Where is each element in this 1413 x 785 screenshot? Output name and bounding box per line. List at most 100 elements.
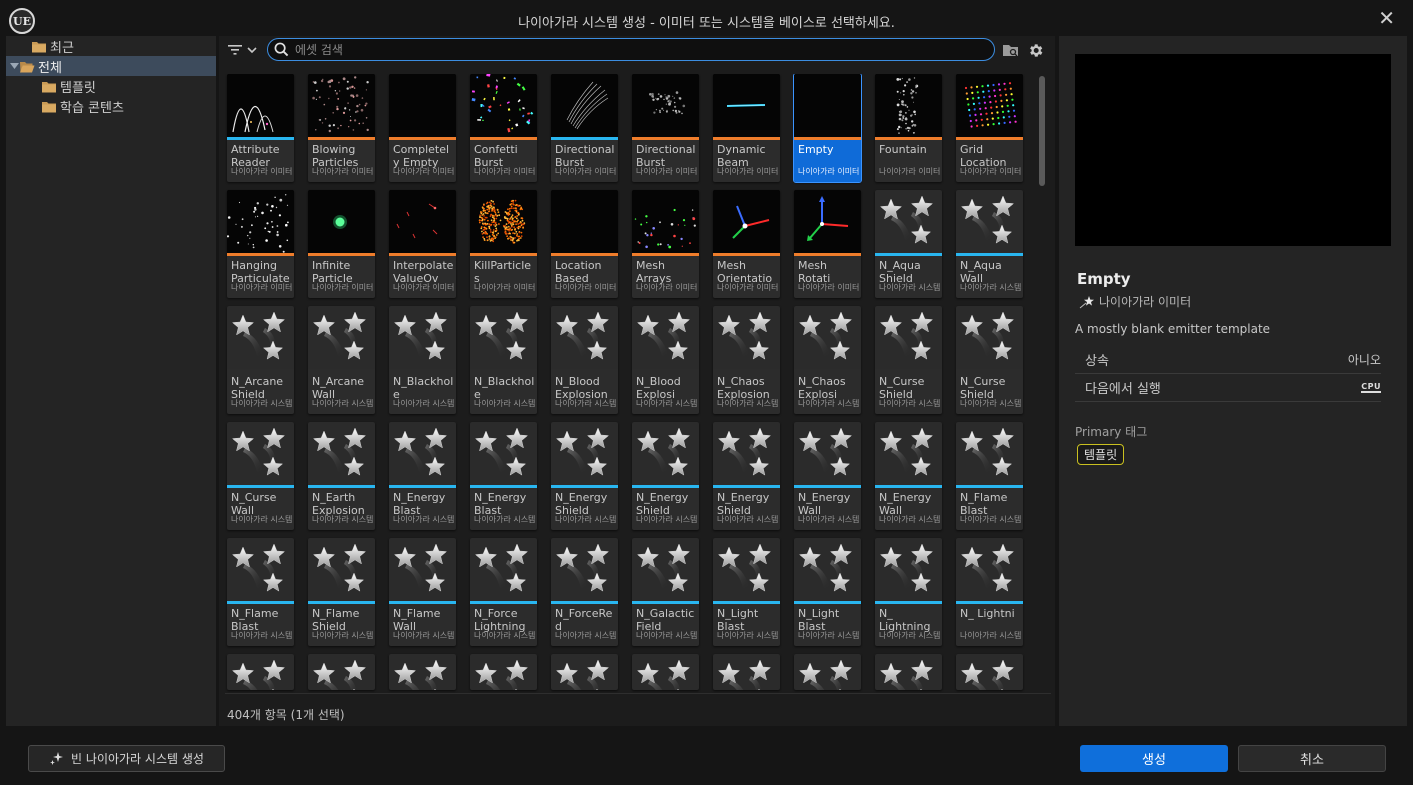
asset-tile[interactable]: KillParticles 나이아가라 이미터 bbox=[470, 190, 537, 298]
niagara-stars-icon bbox=[632, 422, 699, 485]
asset-type-label: 나이아가라 이미터 bbox=[231, 283, 293, 292]
asset-tile[interactable]: Location Based 나이아가라 이미터 bbox=[551, 190, 618, 298]
create-empty-system-button[interactable]: 빈 나이아가라 시스템 생성 bbox=[28, 745, 225, 772]
asset-thumbnail bbox=[794, 74, 861, 137]
asset-tile[interactable] bbox=[956, 654, 1023, 690]
asset-tile[interactable]: Mesh Arrays 나이아가라 이미터 bbox=[632, 190, 699, 298]
status-divider bbox=[225, 693, 1051, 694]
asset-tile[interactable] bbox=[875, 654, 942, 690]
dialog-footer: 빈 나이아가라 시스템 생성 생성 취소 bbox=[0, 728, 1413, 785]
niagara-stars-icon bbox=[956, 654, 1023, 690]
asset-tile[interactable] bbox=[308, 654, 375, 690]
asset-tile[interactable] bbox=[470, 654, 537, 690]
folder-view-button[interactable] bbox=[1001, 40, 1021, 60]
asset-tile[interactable]: Confetti Burst 나이아가라 이미터 bbox=[470, 74, 537, 182]
asset-tile[interactable]: N_Blackhole Explosion나이아가라 시스템 bbox=[470, 306, 537, 414]
asset-tile[interactable]: Hanging Particulates나이아가라 이미터 bbox=[227, 190, 294, 298]
close-button[interactable]: ✕ bbox=[1378, 6, 1395, 30]
asset-tile[interactable]: N_Energy Blast 나이아가라 시스템 bbox=[389, 422, 456, 530]
asset-tile[interactable]: N_Flame Blast 나이아가라 시스템 bbox=[227, 538, 294, 646]
folder-search-icon bbox=[1003, 45, 1018, 57]
niagara-stars-icon bbox=[308, 306, 375, 369]
asset-tile[interactable]: Mesh Rotati 나이아가라 이미터 bbox=[794, 190, 861, 298]
asset-tile[interactable]: N_Blood Explosi 나이아가라 시스템 bbox=[632, 306, 699, 414]
asset-tile[interactable]: N_Chaos Explosi 나이아가라 시스템 bbox=[794, 306, 861, 414]
search-input[interactable] bbox=[295, 42, 975, 57]
asset-type-bar bbox=[956, 369, 1023, 372]
asset-tile[interactable]: N_ Lightni 나이아가라 시스템 bbox=[956, 538, 1023, 646]
asset-tile[interactable]: N_Energy Blast 나이아가라 시스템 bbox=[470, 422, 537, 530]
primary-tag[interactable]: 템플릿 bbox=[1077, 444, 1125, 465]
niagara-stars-icon bbox=[713, 654, 780, 690]
asset-grid-scrollbar[interactable] bbox=[1039, 76, 1045, 186]
tree-item[interactable]: 템플릿 bbox=[6, 76, 216, 96]
expand-arrow-icon[interactable] bbox=[10, 62, 19, 70]
asset-tile[interactable] bbox=[389, 654, 456, 690]
asset-tile[interactable]: N_Blackhole Explosion나이아가라 시스템 bbox=[389, 306, 456, 414]
asset-tile[interactable]: N_Flame Blast 나이아가라 시스템 bbox=[956, 422, 1023, 530]
asset-type-label: 나이아가라 이미터 bbox=[879, 167, 941, 176]
asset-tile[interactable]: N_Curse Wall 나이아가라 시스템 bbox=[227, 422, 294, 530]
niagara-stars-icon bbox=[308, 422, 375, 485]
asset-tile[interactable]: Dynamic Beam 나이아가라 이미터 bbox=[713, 74, 780, 182]
asset-tile[interactable]: N_Energy Shield 나이아가라 시스템 bbox=[551, 422, 618, 530]
asset-thumbnail bbox=[632, 74, 699, 137]
asset-tile[interactable]: N_Arcane Wall 나이아가라 시스템 bbox=[308, 306, 375, 414]
asset-tile[interactable]: Grid Location 나이아가라 이미터 bbox=[956, 74, 1023, 182]
asset-tile[interactable]: N_Light Blast 나이아가라 시스템 bbox=[794, 538, 861, 646]
tree-item[interactable]: 최근 bbox=[6, 36, 216, 56]
asset-type-label: 나이아가라 시스템 bbox=[960, 515, 1022, 524]
asset-tile[interactable] bbox=[551, 654, 618, 690]
asset-tile[interactable]: N_ Lightning 나이아가라 시스템 bbox=[875, 538, 942, 646]
asset-tile[interactable]: Empty 나이아가라 이미터 bbox=[793, 74, 862, 183]
asset-tile[interactable]: Attribute Reader 나이아가라 이미터 bbox=[227, 74, 294, 182]
asset-tile[interactable]: N_Light Blast 나이아가라 시스템 bbox=[713, 538, 780, 646]
asset-tile[interactable]: N_Force Lightning 나이아가라 시스템 bbox=[470, 538, 537, 646]
tree-item[interactable]: 전체 bbox=[6, 56, 216, 76]
asset-type-label: 나이아가라 시스템 bbox=[960, 283, 1022, 292]
asset-type-label: 나이아가라 시스템 bbox=[231, 515, 293, 524]
asset-tile[interactable]: N_Chaos Explosion 나이아가라 시스템 bbox=[713, 306, 780, 414]
asset-tile[interactable]: Completely Empty 나이아가라 이미터 bbox=[389, 74, 456, 182]
asset-tile[interactable]: N_Flame Wall 나이아가라 시스템 bbox=[389, 538, 456, 646]
asset-tile[interactable]: Infinite Particle 나이아가라 이미터 bbox=[308, 190, 375, 298]
filter-button[interactable] bbox=[227, 40, 263, 60]
tree-item[interactable]: 학습 콘텐츠 bbox=[6, 96, 216, 116]
asset-type-label: 나이아가라 시스템 bbox=[312, 515, 374, 524]
asset-tile[interactable]: N_Earth Explosion 나이아가라 시스템 bbox=[308, 422, 375, 530]
cancel-button[interactable]: 취소 bbox=[1238, 745, 1386, 772]
niagara-stars-icon bbox=[713, 538, 780, 601]
asset-tile[interactable]: N_Energy Shield 나이아가라 시스템 bbox=[632, 422, 699, 530]
asset-type-bar bbox=[308, 601, 375, 604]
asset-tile[interactable]: N_Flame Shield 나이아가라 시스템 bbox=[308, 538, 375, 646]
asset-tile[interactable]: N_Energy Wall 나이아가라 시스템 bbox=[875, 422, 942, 530]
asset-tile[interactable] bbox=[794, 654, 861, 690]
asset-tile[interactable]: N_Curse Shield 나이아가라 시스템 bbox=[956, 306, 1023, 414]
settings-button[interactable] bbox=[1025, 40, 1045, 60]
asset-tile[interactable]: N_Aqua Shield 나이아가라 시스템 bbox=[875, 190, 942, 298]
asset-tile[interactable]: Fountain 나이아가라 이미터 bbox=[875, 74, 942, 182]
asset-tile[interactable]: N_Blood Explosion 나이아가라 시스템 bbox=[551, 306, 618, 414]
asset-thumbnail bbox=[389, 74, 456, 137]
asset-tile[interactable]: N_Arcane Shield 나이아가라 시스템 bbox=[227, 306, 294, 414]
asset-tile[interactable] bbox=[713, 654, 780, 690]
tree-item-label: 학습 콘텐츠 bbox=[60, 100, 124, 116]
asset-tile[interactable] bbox=[632, 654, 699, 690]
asset-tile[interactable]: Directional Burst 나이아가라 이미터 bbox=[632, 74, 699, 182]
asset-type-bar bbox=[794, 369, 861, 372]
asset-tile[interactable]: Interpolate ValueOv 나이아가라 이미터 bbox=[389, 190, 456, 298]
asset-tile[interactable]: N_Galactic Field 나이아가라 시스템 bbox=[632, 538, 699, 646]
asset-search-box[interactable] bbox=[267, 38, 995, 61]
asset-tile[interactable]: N_Energy Wall 나이아가라 시스템 bbox=[794, 422, 861, 530]
asset-type-bar bbox=[227, 137, 294, 140]
niagara-stars-icon bbox=[794, 422, 861, 485]
asset-tile[interactable]: N_ForceRed 나이아가라 시스템 bbox=[551, 538, 618, 646]
asset-tile[interactable]: Directional Burst 나이아가라 이미터 bbox=[551, 74, 618, 182]
asset-tile[interactable]: Mesh Orientation나이아가라 이미터 bbox=[713, 190, 780, 298]
asset-tile[interactable]: Blowing Particles 나이아가라 이미터 bbox=[308, 74, 375, 182]
asset-tile[interactable] bbox=[227, 654, 294, 690]
asset-tile[interactable]: N_Energy Shield 나이아가라 시스템 bbox=[713, 422, 780, 530]
asset-tile[interactable]: N_Curse Shield 나이아가라 시스템 bbox=[875, 306, 942, 414]
create-button[interactable]: 생성 bbox=[1080, 745, 1228, 772]
asset-tile[interactable]: N_Aqua Wall 나이아가라 시스템 bbox=[956, 190, 1023, 298]
